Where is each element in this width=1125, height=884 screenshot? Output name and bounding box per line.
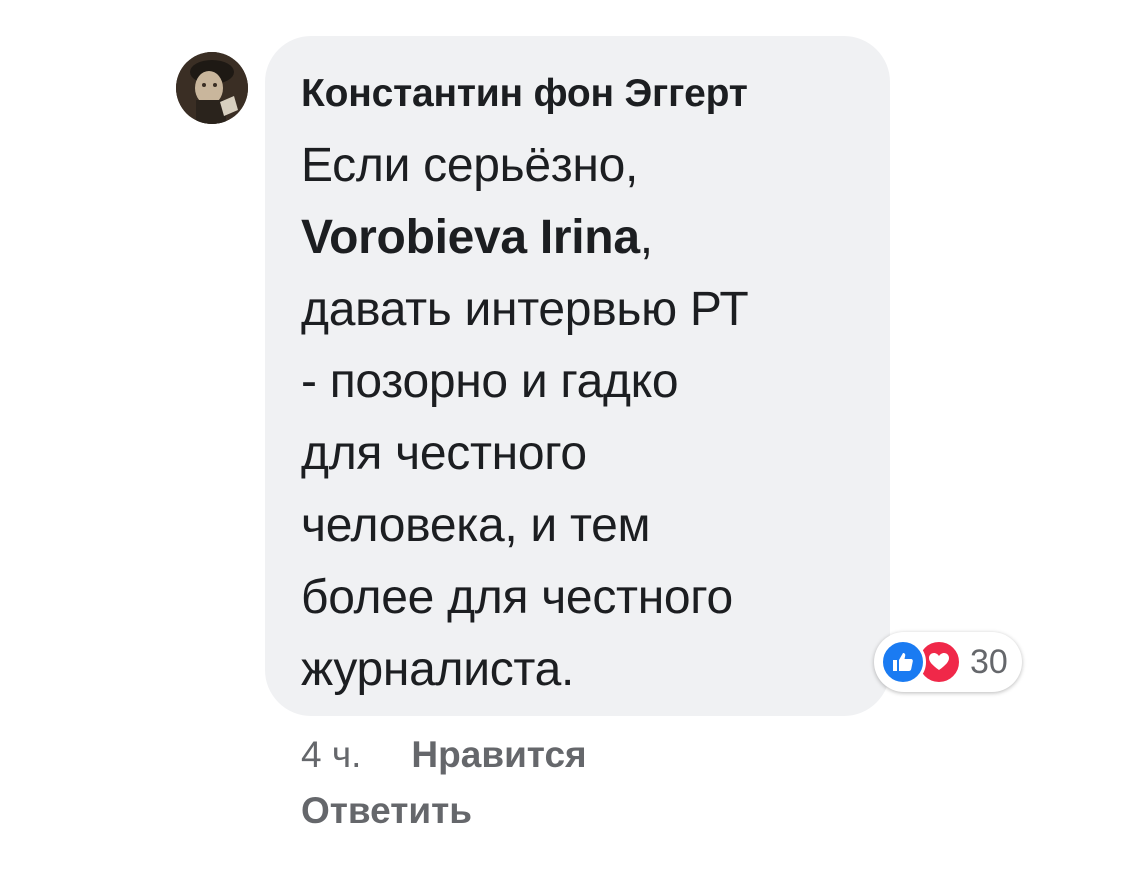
reactions-summary[interactable]: 30 (874, 632, 1022, 692)
comment-line: давать интервью РТ (301, 283, 749, 336)
comment-timestamp[interactable]: 4 ч. (301, 734, 361, 775)
reply-button[interactable]: Ответить (301, 790, 472, 832)
comment-line: журналиста. (301, 643, 575, 696)
like-button[interactable]: Нравится (411, 734, 586, 775)
author-avatar[interactable] (176, 52, 248, 124)
comment-line: - позорно и гадко (301, 355, 679, 408)
like-icon (880, 639, 926, 685)
reaction-count: 30 (970, 642, 1008, 681)
comment-line: Если серьёзно, (301, 139, 639, 192)
comment-text: Если серьёзно, Vorobieva Irina, давать и… (301, 130, 881, 706)
mention-link[interactable]: Vorobieva Irina (301, 211, 640, 264)
comment-line: человека, и тем (301, 499, 651, 552)
comment-line: для честного (301, 427, 587, 480)
comment-line-suffix: , (639, 211, 653, 264)
comment-line: более для честного (301, 571, 733, 624)
comment-line: Vorobieva Irina, (301, 202, 881, 274)
comment-author-name[interactable]: Константин фон Эггерт (301, 72, 748, 116)
comment-meta: 4 ч. Нравится (301, 734, 587, 776)
avatar-photo (176, 52, 248, 124)
